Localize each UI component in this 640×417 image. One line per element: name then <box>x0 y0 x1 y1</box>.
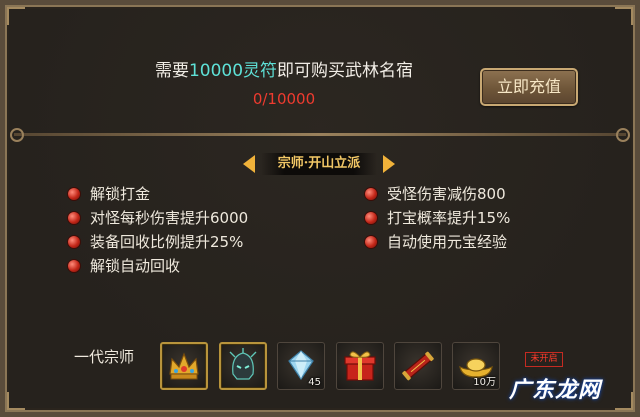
frame-corner-ornament <box>7 392 25 410</box>
arrow-left-icon <box>243 155 255 173</box>
requirement-prefix: 需要 <box>154 61 189 81</box>
recharge-button[interactable]: 立即充值 <box>480 68 578 106</box>
red-bullet-icon <box>68 212 80 224</box>
divider-ornament <box>616 128 630 142</box>
reward-slot[interactable] <box>160 342 208 390</box>
requirement-suffix: 即可购买武林名宿 <box>277 61 414 81</box>
tier-title-badge: 宗师·开山立派 <box>243 151 395 177</box>
status-badge: 未开启 <box>525 352 563 367</box>
benefit-text: 装备回收比例提升25% <box>90 233 244 251</box>
gift-box-icon <box>344 351 376 381</box>
reward-slot[interactable]: 10万 <box>452 342 500 390</box>
rewards-label: 一代宗师 <box>74 348 135 366</box>
arrow-right-icon <box>383 155 395 173</box>
golden-crown-icon <box>169 352 199 380</box>
benefit-text: 对怪每秒伤害提升6000 <box>90 209 249 227</box>
item-count: 10万 <box>473 377 496 388</box>
red-bullet-icon <box>365 212 377 224</box>
reward-slot[interactable] <box>394 342 442 390</box>
purchase-requirement: 需要10000灵符即可购买武林名宿 <box>14 56 554 81</box>
red-bullet-icon <box>365 188 377 200</box>
benefit-text: 解锁自动回收 <box>90 257 181 275</box>
frame-corner-ornament <box>615 392 633 410</box>
benefit-text: 受怪伤害减伤800 <box>387 185 506 203</box>
purchase-progress: 0/10000 <box>252 90 316 108</box>
item-count: 45 <box>308 377 321 388</box>
site-watermark: 广东龙网 <box>509 378 602 403</box>
red-bullet-icon <box>68 188 80 200</box>
divider-ornament <box>10 128 24 142</box>
red-bullet-icon <box>68 260 80 272</box>
benefit-text: 解锁打金 <box>90 185 151 203</box>
scroll-icon <box>402 351 434 381</box>
requirement-amount: 10000灵符 <box>188 61 278 81</box>
reward-slot[interactable] <box>219 342 267 390</box>
tier-title: 宗师·开山立派 <box>261 153 377 175</box>
section-divider <box>14 133 626 136</box>
red-bullet-icon <box>68 236 80 248</box>
benefit-text: 打宝概率提升15% <box>387 209 511 227</box>
reward-slot[interactable] <box>336 342 384 390</box>
purchase-section: 需要10000灵符即可购买武林名宿 0/10000 立即充值 <box>14 14 626 132</box>
dark-helmet-icon <box>229 348 257 380</box>
red-bullet-icon <box>365 236 377 248</box>
benefit-text: 自动使用元宝经验 <box>387 233 508 251</box>
reward-slot[interactable]: 45 <box>277 342 325 390</box>
